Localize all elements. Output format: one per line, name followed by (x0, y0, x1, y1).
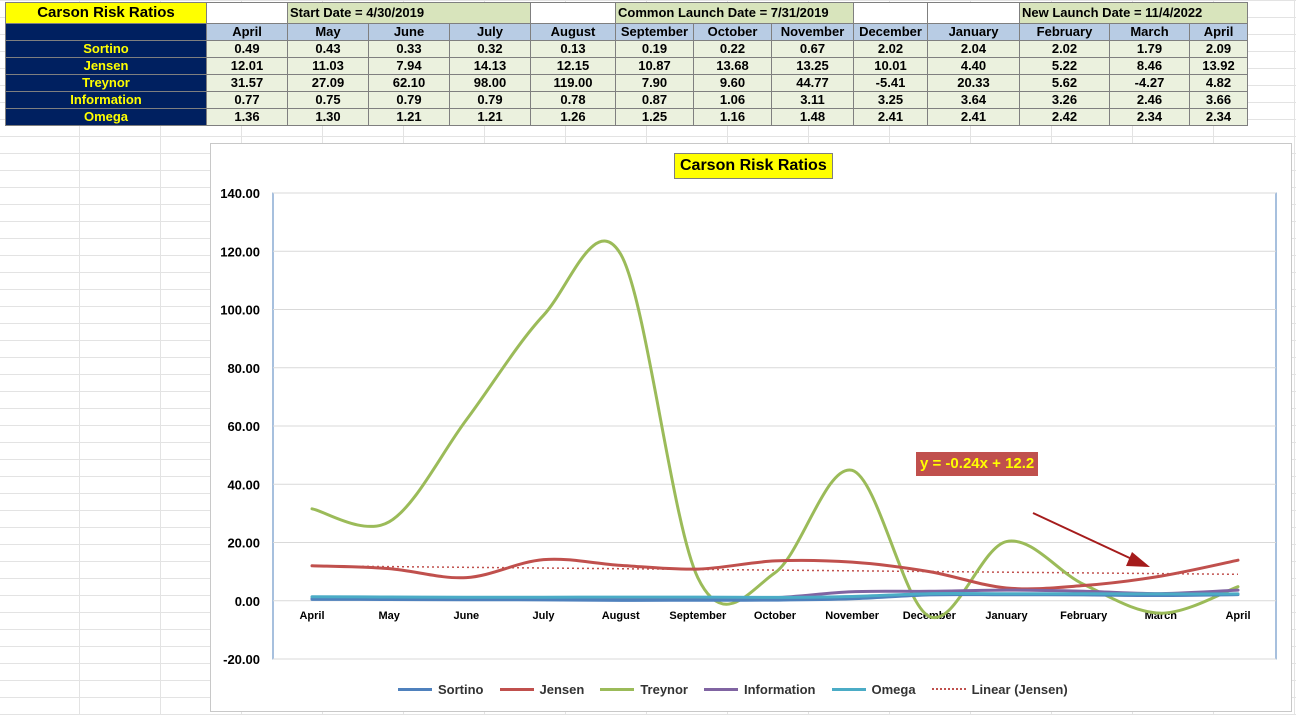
legend-label: Sortino (438, 681, 484, 697)
y-tick-label: 0.00 (235, 594, 260, 609)
legend-item[interactable]: Omega (831, 681, 916, 697)
series-lines (310, 239, 1240, 620)
legend-swatch (600, 687, 635, 691)
legend-label: Omega (871, 681, 916, 697)
x-tick-label: October (754, 610, 797, 622)
legend-item[interactable]: Sortino (398, 682, 484, 697)
y-tick-label: -20.00 (223, 652, 260, 667)
chart-title[interactable]: Carson Risk Ratios (674, 153, 833, 179)
legend-swatch (704, 687, 738, 691)
x-tick-label: April (299, 610, 324, 622)
x-tick-label: May (378, 610, 400, 622)
arrow-shaft (1032, 512, 1135, 561)
annotation-arrow (1032, 512, 1150, 567)
x-tick-label: August (602, 610, 640, 622)
x-tick-label: November (825, 610, 880, 622)
legend-swatch (398, 687, 432, 691)
trendline-equation[interactable]: y = -0.24x + 12.2 (916, 452, 1039, 476)
legend-label: Linear (Jensen) (971, 681, 1068, 697)
gridlines (272, 192, 1277, 660)
x-tick-label: January (985, 610, 1028, 622)
y-tick-label: 140.00 (220, 186, 260, 201)
y-tick-label: 60.00 (227, 419, 260, 434)
arrow-head (1126, 552, 1150, 567)
x-tick-label: April (1225, 610, 1250, 622)
y-tick-label: 100.00 (220, 303, 260, 318)
y-tick-label: 80.00 (227, 361, 260, 376)
x-tick-label: July (532, 610, 555, 622)
x-tick-label: June (453, 610, 479, 622)
legend-label: Jensen (539, 681, 585, 697)
legend-label: Treynor (640, 681, 688, 697)
legend-item[interactable]: Jensen (499, 681, 585, 697)
x-tick-label: September (669, 610, 727, 622)
y-tick-labels: 140.00 120.00 100.00 80.00 60.00 40.00 20.00 0.… (220, 186, 260, 667)
legend-label: Information (744, 681, 816, 697)
legend-swatch (931, 688, 966, 690)
chart-legend[interactable]: Sortino Jensen Treynor Information Omega Line… (398, 680, 1068, 698)
x-tick-labels: April May June July August September October No… (299, 610, 1250, 622)
legend-item[interactable]: Treynor (600, 682, 688, 697)
legend-swatch (499, 687, 534, 691)
x-tick-label: February (1060, 610, 1108, 622)
legend-item[interactable]: Information (704, 682, 816, 697)
line-chart: 140.00 120.00 100.00 80.00 60.00 40.00 20.00 0.… (220, 186, 1277, 667)
legend-item[interactable]: Linear (Jensen) (931, 681, 1068, 697)
legend-swatch (831, 687, 866, 691)
y-tick-label: 40.00 (227, 477, 260, 492)
y-tick-label: 20.00 (227, 536, 260, 551)
y-tick-label: 120.00 (220, 244, 260, 259)
